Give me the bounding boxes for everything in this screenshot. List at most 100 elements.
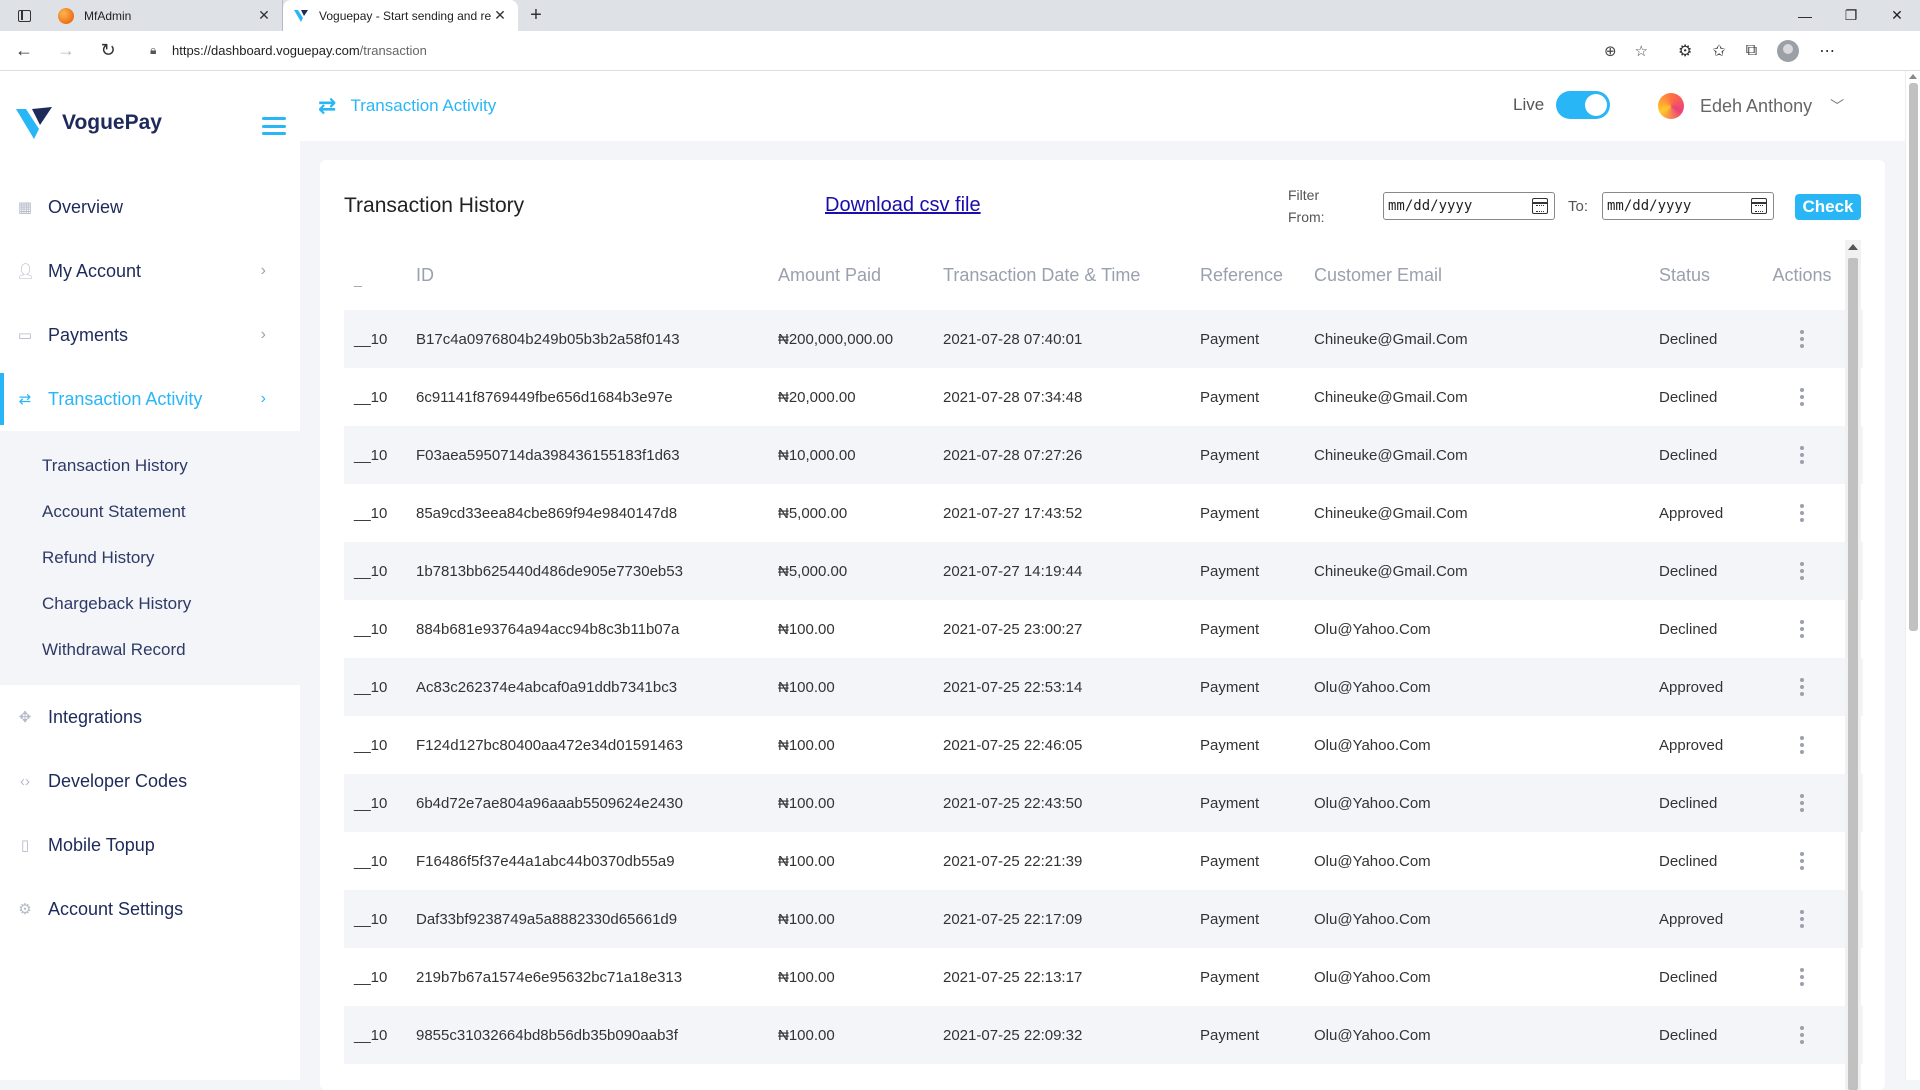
sidebar-item-overview[interactable]: ▦ Overview [0,175,300,239]
transaction-id: 6b4d72e7ae804a96aaab5509624e2430 [416,794,683,812]
reload-icon[interactable]: ↻ [90,33,126,69]
from-date-input[interactable]: mm/dd/yyyy [1383,192,1555,220]
table-scrollbar[interactable] [1845,240,1861,1090]
kebab-menu-icon[interactable] [1800,968,1804,986]
kebab-menu-icon[interactable] [1800,852,1804,870]
column-header-date[interactable]: Transaction Date & Time [943,265,1200,286]
table-row[interactable]: __10 Daf33bf9238749a5a8882330d65661d9 ₦100… [344,890,1863,948]
close-icon[interactable]: ✕ [492,7,508,24]
table-row[interactable]: __10 F16486f5f37e44a1abc44b0370db55a9 ₦100… [344,832,1863,890]
page-scrollbar[interactable] [1905,71,1920,1080]
favorites-icon[interactable]: ✩ [1712,41,1725,61]
url-field[interactable]: 🔒︎ https://dashboard.voguepay.com/transa… [138,35,1658,66]
table-row[interactable]: __10 F03aea5950714da398436155183f1d63 ₦10,… [344,426,1863,484]
calendar-icon[interactable] [1751,198,1767,214]
hamburger-menu-icon[interactable] [262,117,286,135]
kebab-menu-icon[interactable] [1800,446,1804,464]
more-menu-icon[interactable]: ⋯ [1819,41,1835,61]
transaction-id: Ac83c262374e4abcaf0a91ddb7341bc3 [416,678,678,696]
scrollbar-thumb[interactable] [1909,83,1918,631]
subnav-withdrawal-record[interactable]: Withdrawal Record [0,627,300,673]
transactions-table: _ ID Amount Paid Transaction Date & Time… [344,240,1863,1064]
tab-title: MfAdmin [84,8,132,23]
back-arrow-icon[interactable]: ← [6,33,42,69]
table-row[interactable]: __10 6c91141f8769449fbe656d1684b3e97e ₦20,… [344,368,1863,426]
kebab-menu-icon[interactable] [1800,620,1804,638]
download-csv-link[interactable]: Download csv file [825,194,981,217]
table-row[interactable]: __10 Ac83c262374e4abcaf0a91ddb7341bc3 ₦100… [344,658,1863,716]
calendar-icon[interactable] [1532,198,1548,214]
table-row[interactable]: __10 F124d127bc80400aa472e34d01591463 ₦100… [344,716,1863,774]
table-body: __10 B17c4a0976804b249b05b3b2a58f0143 ₦200… [344,310,1863,1064]
scrollbar-thumb[interactable] [1848,258,1858,1090]
transaction-date: 2021-07-27 17:43:52 [943,504,1083,522]
status-badge: Declined [1659,852,1718,870]
kebab-menu-icon[interactable] [1800,388,1804,406]
kebab-menu-icon[interactable] [1800,910,1804,928]
favorite-star-icon[interactable]: ☆ [1635,42,1648,60]
sidebar-item-developer-codes[interactable]: ‹› Developer Codes [0,749,300,813]
column-header-amount[interactable]: Amount Paid [778,265,943,286]
row-actions [1762,330,1842,348]
kebab-menu-icon[interactable] [1800,1026,1804,1044]
sidebar-item-account-settings[interactable]: ⚙ Account Settings [0,877,300,941]
tab-actions-icon[interactable] [0,0,48,31]
table-row[interactable]: __10 85a9cd33eea84cbe869f94e9840147d8 ₦5,0… [344,484,1863,542]
live-mode-toggle[interactable] [1556,91,1610,119]
table-row[interactable]: __10 6b4d72e7ae804a96aaab5509624e2430 ₦100… [344,774,1863,832]
column-header-email[interactable]: Customer Email [1314,265,1659,286]
sidebar-item-payments[interactable]: ▭ Payments › [0,303,300,367]
transaction-date: 2021-07-28 07:40:01 [943,330,1083,348]
table-row[interactable]: __10 B17c4a0976804b249b05b3b2a58f0143 ₦200… [344,310,1863,368]
status-badge: Declined [1659,968,1718,986]
amount-paid: ₦100.00 [778,968,835,986]
sidebar-item-transaction-activity[interactable]: ⇄ Transaction Activity › [0,367,300,431]
column-header-status[interactable]: Status [1659,265,1762,286]
close-window-icon[interactable]: ✕ [1874,0,1920,31]
check-button[interactable]: Check [1795,194,1861,220]
filter-from-label: Filter From: [1288,187,1325,225]
subnav-refund-history[interactable]: Refund History [0,535,300,581]
browser-tab-mfadmin[interactable]: MfAdmin ✕ [48,0,283,31]
profile-avatar-icon[interactable] [1777,39,1800,62]
status-badge: Declined [1659,446,1718,464]
kebab-menu-icon[interactable] [1800,678,1804,696]
new-tab-button[interactable]: + [518,0,554,31]
column-header-id[interactable]: ID [416,265,778,286]
sidebar-item-my-account[interactable]: 👤︎ My Account › [0,239,300,303]
sidebar-item-integrations[interactable]: ✥ Integrations [0,685,300,749]
kebab-menu-icon[interactable] [1800,736,1804,754]
transaction-id: 219b7b67a1574e6e95632bc71a18e313 [416,968,683,986]
kebab-menu-icon[interactable] [1800,562,1804,580]
kebab-menu-icon[interactable] [1800,330,1804,348]
collections-icon[interactable]: ⧉ [1746,42,1757,60]
zoom-icon[interactable]: ⊕ [1604,42,1617,60]
subnav-transaction-history[interactable]: Transaction History [0,443,300,489]
column-header-reference[interactable]: Reference [1200,265,1314,286]
voguepay-logo-icon[interactable] [14,105,54,141]
subnav-chargeback-history[interactable]: Chargeback History [0,581,300,627]
forward-arrow-icon[interactable]: → [48,33,84,69]
kebab-menu-icon[interactable] [1800,794,1804,812]
browser-tab-voguepay[interactable]: Voguepay - Start sending and re ✕ [283,0,518,31]
mfadmin-favicon-icon [58,7,74,24]
transaction-id: F124d127bc80400aa472e34d01591463 [416,736,683,754]
table-row[interactable]: __10 1b7813bb625440d486de905e7730eb53 ₦5,0… [344,542,1863,600]
table-row[interactable]: __10 9855c31032664bd8b56db35b090aab3f ₦100… [344,1006,1863,1064]
amount-paid: ₦10,000.00 [778,446,856,464]
scroll-up-arrow-icon[interactable] [1848,244,1858,250]
to-date-input[interactable]: mm/dd/yyyy [1602,192,1774,220]
minimize-icon[interactable]: — [1782,0,1828,31]
row-actions [1762,620,1842,638]
extensions-icon[interactable]: ⚙ [1678,41,1692,61]
scroll-up-arrow-icon[interactable] [1909,74,1917,79]
close-icon[interactable]: ✕ [256,7,272,24]
table-row[interactable]: __10 219b7b67a1574e6e95632bc71a18e313 ₦100… [344,948,1863,1006]
table-row[interactable]: __10 884b681e93764a94acc94b8c3b11b07a ₦100… [344,600,1863,658]
kebab-menu-icon[interactable] [1800,504,1804,522]
sidebar-item-mobile-topup[interactable]: ▯ Mobile Topup [0,813,300,877]
restore-icon[interactable]: ❐ [1828,0,1874,31]
user-menu[interactable]: Edeh Anthony ﹀ [1630,81,1880,131]
customer-email: Olu@Yahoo.Com [1314,852,1431,870]
subnav-account-statement[interactable]: Account Statement [0,489,300,535]
